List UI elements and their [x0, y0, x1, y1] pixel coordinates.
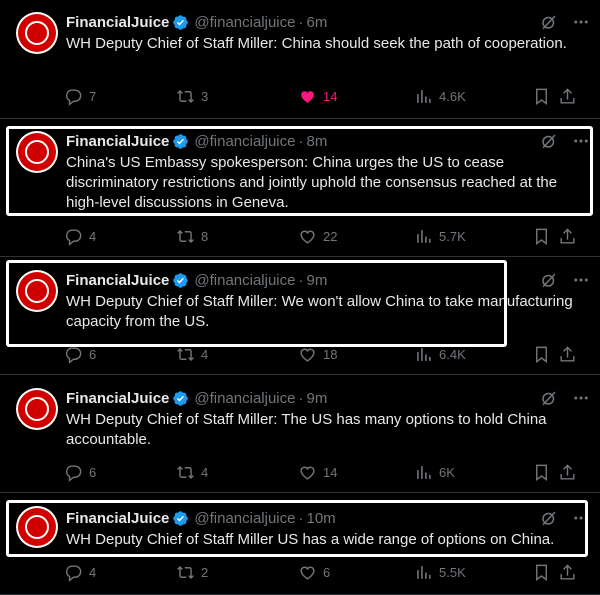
- tweet-actions: 6 4 18 6.4K: [64, 344, 586, 364]
- timestamp[interactable]: 6m: [307, 14, 328, 31]
- views-button[interactable]: 5.5K: [414, 563, 466, 582]
- tweet[interactable]: FinancialJuice @financialjuice · 9m WH Deput…: [0, 375, 600, 493]
- like-count: 14: [323, 88, 338, 104]
- repost-button[interactable]: 2: [176, 563, 208, 582]
- views-button[interactable]: 4.6K: [414, 87, 466, 106]
- more-icon[interactable]: [572, 13, 590, 31]
- grok-icon[interactable]: [540, 13, 558, 31]
- tweet-actions: 4 2 6 5.5K: [64, 562, 586, 582]
- repost-count: 4: [201, 464, 209, 480]
- like-button[interactable]: 22: [298, 227, 337, 246]
- tweet-header: FinancialJuice @financialjuice · 9m: [66, 388, 590, 408]
- views-button[interactable]: 6.4K: [414, 345, 466, 364]
- tweet-actions: 6 4 14 6K: [64, 462, 586, 482]
- views-count: 6.4K: [439, 346, 466, 362]
- more-icon[interactable]: [572, 389, 590, 407]
- share-icon[interactable]: [558, 463, 577, 482]
- grok-icon[interactable]: [540, 271, 558, 289]
- reply-count: 4: [89, 564, 97, 580]
- bookmark-icon[interactable]: [532, 87, 551, 106]
- verified-badge-icon: [172, 390, 189, 407]
- repost-button[interactable]: 4: [176, 463, 208, 482]
- reply-button[interactable]: 4: [64, 563, 96, 582]
- bookmark-icon[interactable]: [532, 563, 551, 582]
- views-button[interactable]: 6K: [414, 463, 455, 482]
- tweet-header: FinancialJuice @financialjuice · 6m: [66, 12, 590, 32]
- reply-button[interactable]: 4: [64, 227, 96, 246]
- reply-button[interactable]: 6: [64, 463, 96, 482]
- reply-count: 7: [89, 88, 97, 104]
- highlight-box: [6, 500, 588, 557]
- share-icon[interactable]: [558, 345, 577, 364]
- like-count: 14: [323, 464, 338, 480]
- repost-count: 8: [201, 228, 209, 244]
- like-count: 6: [323, 564, 331, 580]
- repost-button[interactable]: 3: [176, 87, 208, 106]
- timestamp[interactable]: 9m: [307, 390, 328, 407]
- like-button[interactable]: 14: [298, 463, 337, 482]
- views-count: 4.6K: [439, 88, 466, 104]
- repost-count: 2: [201, 564, 209, 580]
- bookmark-icon[interactable]: [532, 345, 551, 364]
- views-count: 5.7K: [439, 228, 466, 244]
- separator-dot: ·: [298, 13, 304, 31]
- like-button[interactable]: 14: [298, 87, 337, 106]
- repost-count: 3: [201, 88, 209, 104]
- author-handle[interactable]: @financialjuice: [194, 14, 295, 31]
- header-icons: [540, 389, 590, 407]
- bookmark-icon[interactable]: [532, 227, 551, 246]
- highlight-box: [6, 126, 593, 216]
- repost-count: 4: [201, 346, 209, 362]
- header-icons: [540, 13, 590, 31]
- tweet-text: WH Deputy Chief of Staff Miller: The US …: [66, 411, 547, 448]
- like-button[interactable]: 6: [298, 563, 330, 582]
- views-button[interactable]: 5.7K: [414, 227, 466, 246]
- views-count: 6K: [439, 464, 455, 480]
- verified-badge-icon: [172, 14, 189, 31]
- author-handle[interactable]: @financialjuice: [194, 390, 295, 407]
- reply-button[interactable]: 6: [64, 345, 96, 364]
- tweet[interactable]: FinancialJuice @financialjuice · 6m WH Deput…: [0, 0, 600, 119]
- tweet-text: WH Deputy Chief of Staff Miller: China s…: [66, 35, 567, 52]
- bookmark-icon[interactable]: [532, 463, 551, 482]
- grok-icon[interactable]: [540, 389, 558, 407]
- repost-button[interactable]: 8: [176, 227, 208, 246]
- author-name[interactable]: FinancialJuice: [66, 14, 169, 31]
- tweet-actions: 7 3 14 4.6K: [64, 86, 586, 106]
- highlight-box: [6, 260, 507, 347]
- more-icon[interactable]: [572, 271, 590, 289]
- like-count: 18: [323, 346, 338, 362]
- share-icon[interactable]: [558, 563, 577, 582]
- header-icons: [540, 271, 590, 289]
- like-count: 22: [323, 228, 338, 244]
- like-button[interactable]: 18: [298, 345, 337, 364]
- reply-count: 6: [89, 346, 97, 362]
- avatar[interactable]: [16, 388, 58, 430]
- avatar[interactable]: [16, 12, 58, 54]
- reply-count: 4: [89, 228, 97, 244]
- separator-dot: ·: [298, 389, 304, 407]
- views-count: 5.5K: [439, 564, 466, 580]
- reply-button[interactable]: 7: [64, 87, 96, 106]
- tweet-actions: 4 8 22 5.7K: [64, 226, 586, 246]
- repost-button[interactable]: 4: [176, 345, 208, 364]
- author-name[interactable]: FinancialJuice: [66, 390, 169, 407]
- reply-count: 6: [89, 464, 97, 480]
- share-icon[interactable]: [558, 227, 577, 246]
- share-icon[interactable]: [558, 87, 577, 106]
